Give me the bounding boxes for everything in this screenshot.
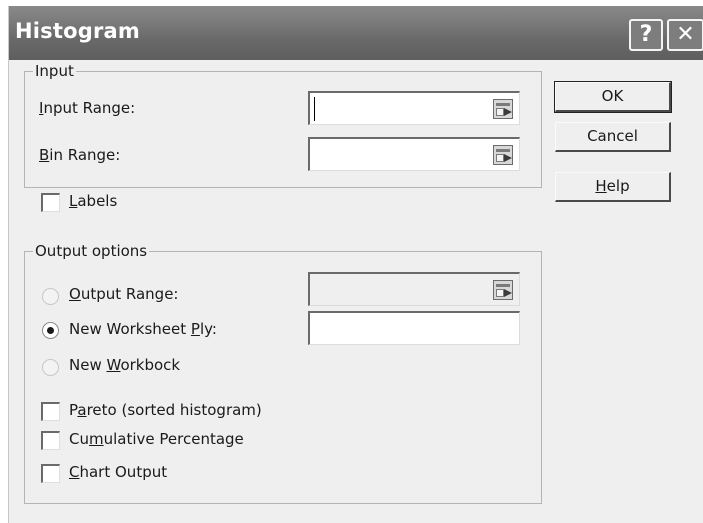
input-group-legend: Input	[35, 62, 74, 80]
help-button[interactable]: Help	[555, 172, 671, 202]
question-mark-icon: ?	[639, 22, 653, 47]
chart-output-checkbox[interactable]	[41, 464, 60, 483]
chart-output-label: Chart Output	[69, 463, 168, 481]
output-range-field[interactable]	[308, 272, 520, 306]
range-selector-icon[interactable]	[493, 99, 513, 119]
new-worksheet-ply-field[interactable]	[308, 311, 520, 345]
input-range-label: Input Range:	[39, 99, 136, 117]
close-icon: ✕	[676, 22, 695, 47]
bin-range-label: Bin Range:	[39, 146, 121, 164]
help-title-button[interactable]: ?	[629, 19, 663, 51]
new-workbook-label: New Workbock	[69, 356, 181, 374]
range-selector-icon[interactable]	[493, 145, 513, 165]
input-range-field[interactable]	[308, 91, 520, 125]
new-worksheet-ply-radio[interactable]	[42, 322, 59, 339]
output-options-legend: Output options	[35, 242, 148, 260]
close-button[interactable]: ✕	[667, 19, 703, 51]
output-range-radio[interactable]	[42, 288, 59, 305]
pareto-checkbox[interactable]	[41, 402, 60, 421]
output-range-label: Output Range:	[69, 285, 179, 303]
text-cursor	[314, 97, 315, 121]
new-worksheet-ply-label: New Worksheet Ply:	[69, 320, 217, 338]
cumulative-percentage-label: Cumulative Percentage	[69, 430, 244, 448]
ok-button[interactable]: OK	[554, 81, 672, 113]
labels-label: Labels	[69, 192, 118, 210]
cumulative-percentage-checkbox[interactable]	[41, 431, 60, 450]
range-selector-icon[interactable]	[493, 280, 513, 300]
title-bar: Histogram ? ✕	[9, 6, 703, 60]
cancel-button[interactable]: Cancel	[555, 122, 671, 152]
bin-range-field[interactable]	[308, 137, 520, 171]
labels-checkbox[interactable]	[41, 193, 60, 212]
new-workbook-radio[interactable]	[42, 359, 59, 376]
histogram-dialog: Histogram ? ✕ Input Input Range: Bin Ran…	[8, 6, 703, 523]
pareto-label: Pareto (sorted histogram)	[69, 401, 262, 419]
window-title: Histogram	[15, 19, 140, 43]
